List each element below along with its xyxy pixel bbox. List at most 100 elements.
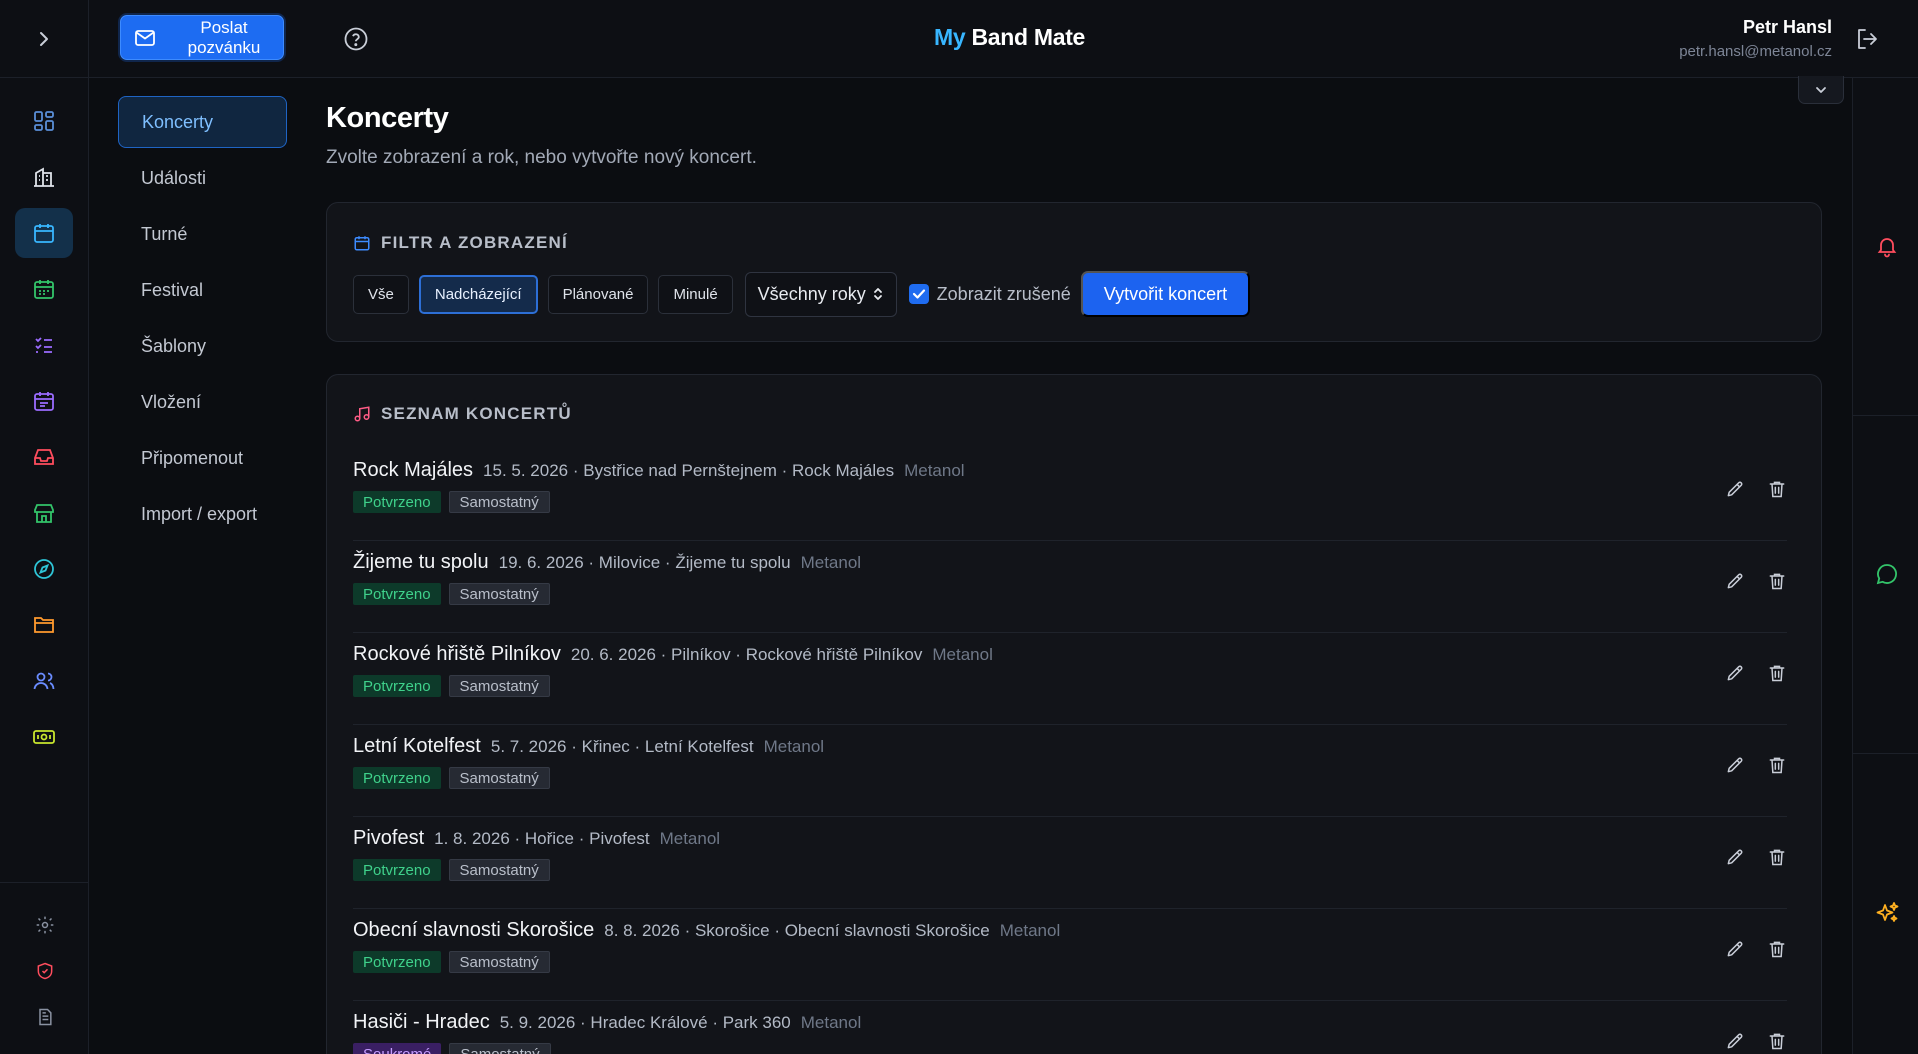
concert-badges: Soukromé Samostatný	[353, 1043, 551, 1054]
rail-top	[0, 0, 88, 78]
rail-item-store[interactable]	[15, 488, 73, 538]
main-content: Koncerty Zvolte zobrazení a rok, nebo vy…	[326, 76, 1844, 1054]
concert-band: Metanol	[800, 1013, 862, 1032]
rail-bottom	[0, 882, 89, 1054]
subnav-item-turne[interactable]: Turné	[118, 208, 287, 260]
concert-name[interactable]: Obecní slavnosti Skorošice	[353, 919, 594, 942]
sparkles-icon[interactable]	[1875, 900, 1901, 926]
rail-item-finance[interactable]	[15, 712, 73, 762]
concert-band: Metanol	[999, 921, 1061, 940]
concert-row[interactable]: Obecní slavnosti Skorošice 8. 8. 2026 · S…	[353, 909, 1787, 1001]
row-actions	[1725, 571, 1787, 591]
brand-my: My	[934, 24, 966, 50]
concert-row[interactable]: Rockové hřiště Pilníkov 20. 6. 2026 · Pil…	[353, 633, 1787, 725]
create-concert-button[interactable]: Vytvořit koncert	[1080, 271, 1251, 317]
rail-item-security[interactable]	[16, 951, 74, 991]
send-invite-button[interactable]: Poslat pozvánku	[120, 15, 284, 60]
edit-icon[interactable]	[1725, 571, 1745, 591]
brand-logo: My Band Mate	[934, 24, 1085, 51]
delete-icon[interactable]	[1767, 479, 1787, 499]
send-invite-label: Poslat pozvánku	[187, 17, 261, 57]
collapse-button[interactable]	[1798, 76, 1844, 104]
subnav-item-pripomenout[interactable]: Připomenout	[118, 432, 287, 484]
concert-row[interactable]: Letní Kotelfest 5. 7. 2026 · Křinec · Let…	[353, 725, 1787, 817]
concert-meta: 15. 5. 2026 · Bystřice nad Pernštejnem ·…	[483, 461, 895, 480]
rail-item-venues[interactable]	[15, 152, 73, 202]
concert-name[interactable]: Žijeme tu spolu	[353, 551, 489, 574]
calendar-grid-icon	[32, 277, 56, 301]
year-select-value: Všechny roky	[757, 283, 866, 304]
edit-icon[interactable]	[1725, 755, 1745, 775]
rail-item-members[interactable]	[15, 656, 73, 706]
dashboard-icon	[32, 109, 56, 133]
type-badge: Samostatný	[448, 491, 550, 513]
rail-item-files[interactable]	[15, 600, 73, 650]
edit-icon[interactable]	[1725, 479, 1745, 499]
rail-item-docs[interactable]	[16, 997, 74, 1037]
concert-badges: Potvrzeno Samostatný	[353, 491, 550, 513]
show-cancelled-checkbox[interactable]	[908, 284, 929, 304]
logout-icon[interactable]	[1854, 26, 1880, 52]
row-actions	[1725, 1031, 1787, 1051]
concert-meta: 5. 9. 2026 · Hradec Králové · Park 360	[499, 1013, 791, 1032]
filter-controls: Vše Nadcházející Plánované Minulé Všechn…	[353, 271, 1251, 317]
right-rail	[1852, 78, 1918, 1054]
filter-all-button[interactable]: Vše	[353, 274, 409, 314]
delete-icon[interactable]	[1767, 755, 1787, 775]
rail-item-settings[interactable]	[16, 905, 74, 945]
concert-meta: 19. 6. 2026 · Milovice · Žijeme tu spolu	[498, 553, 791, 572]
concert-name[interactable]: Hasiči - Hradec	[353, 1011, 490, 1034]
delete-icon[interactable]	[1767, 847, 1787, 867]
rail-item-tasks[interactable]	[15, 320, 73, 370]
concert-row[interactable]: Žijeme tu spolu 19. 6. 2026 · Milovice · …	[353, 541, 1787, 633]
subnav-item-sablony[interactable]: Šablony	[118, 320, 287, 372]
concert-list-card: SEZNAM KONCERTŮ Rock Majáles 15. 5. 2026 …	[326, 374, 1822, 1054]
concert-badges: Potvrzeno Samostatný	[353, 951, 550, 973]
subnav-item-festival[interactable]: Festival	[118, 264, 287, 316]
show-cancelled-label[interactable]: Zobrazit zrušené	[937, 284, 1071, 305]
type-badge: Samostatný	[448, 583, 550, 605]
rail-item-explore[interactable]	[15, 544, 73, 594]
rail-item-dashboard[interactable]	[15, 96, 73, 146]
rail-item-schedule[interactable]	[15, 264, 73, 314]
concert-row-line: Obecní slavnosti Skorošice 8. 8. 2026 · S…	[353, 919, 1060, 942]
status-badge: Potvrzeno	[353, 951, 441, 973]
delete-icon[interactable]	[1767, 663, 1787, 683]
edit-icon[interactable]	[1725, 663, 1745, 683]
subnav-item-import-export[interactable]: Import / export	[118, 488, 287, 540]
bell-icon[interactable]	[1875, 234, 1899, 258]
concert-name[interactable]: Rockové hřiště Pilníkov	[353, 643, 561, 666]
folder-icon	[32, 613, 56, 637]
rail-item-events[interactable]	[15, 376, 73, 426]
chevron-right-icon[interactable]	[37, 30, 51, 48]
concert-row-line: Hasiči - Hradec 5. 9. 2026 · Hradec Králo…	[353, 1011, 861, 1034]
chat-icon[interactable]	[1875, 562, 1899, 586]
icon-rail	[0, 0, 89, 1054]
concert-name[interactable]: Letní Kotelfest	[353, 735, 481, 758]
concert-row[interactable]: Pivofest 1. 8. 2026 · Hořice · Pivofest Me…	[353, 817, 1787, 909]
filter-upcoming-button[interactable]: Nadcházející	[418, 274, 538, 314]
subnav-item-udalosti[interactable]: Události	[118, 152, 287, 204]
filter-past-button[interactable]: Minulé	[658, 274, 733, 314]
rail-item-calendar[interactable]	[15, 208, 73, 258]
top-header: Poslat pozvánku My Band Mate Petr Hansl …	[89, 0, 1918, 78]
subnav-item-koncerty[interactable]: Koncerty	[118, 96, 287, 148]
edit-icon[interactable]	[1725, 939, 1745, 959]
filter-planned-button[interactable]: Plánované	[547, 274, 649, 314]
concert-name[interactable]: Rock Majáles	[353, 459, 473, 482]
edit-icon[interactable]	[1725, 847, 1745, 867]
rail-item-inbox[interactable]	[15, 432, 73, 482]
status-badge: Soukromé	[353, 1043, 442, 1054]
subnav-item-vlozeni[interactable]: Vložení	[118, 376, 287, 428]
type-badge: Samostatný	[448, 859, 550, 881]
type-badge: Samostatný	[448, 951, 550, 973]
concert-row[interactable]: Hasiči - Hradec 5. 9. 2026 · Hradec Králo…	[353, 1001, 1787, 1054]
concert-row[interactable]: Rock Majáles 15. 5. 2026 · Bystřice nad P…	[353, 449, 1787, 541]
edit-icon[interactable]	[1725, 1031, 1745, 1051]
delete-icon[interactable]	[1767, 571, 1787, 591]
year-select[interactable]: Všechny roky	[744, 271, 897, 317]
delete-icon[interactable]	[1767, 1031, 1787, 1051]
delete-icon[interactable]	[1767, 939, 1787, 959]
help-icon[interactable]	[343, 26, 369, 52]
concert-name[interactable]: Pivofest	[353, 827, 424, 850]
